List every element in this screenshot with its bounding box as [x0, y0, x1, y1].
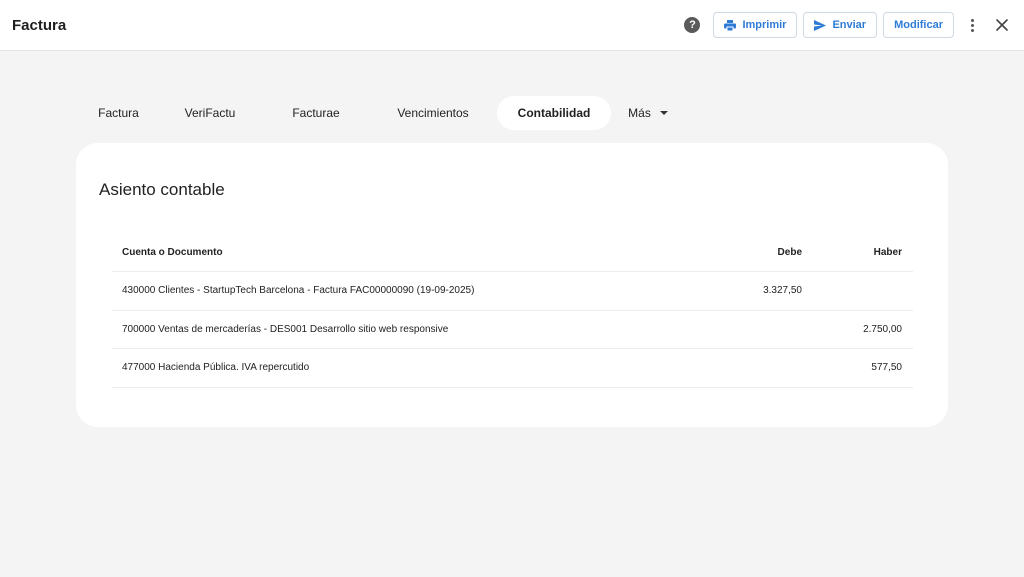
- cell-haber: 577,50: [871, 362, 902, 374]
- tab-vencimientos[interactable]: Vencimientos: [369, 96, 497, 130]
- tab-contabilidad[interactable]: Contabilidad: [497, 96, 611, 130]
- print-button-label: Imprimir: [742, 19, 787, 31]
- column-header-debe: Debe: [777, 246, 802, 258]
- cell-doc: 700000 Ventas de mercaderías - DES001 De…: [122, 323, 449, 335]
- tab-facturae[interactable]: Facturae: [263, 96, 369, 130]
- cell-haber: 2.750,00: [863, 323, 902, 335]
- accounting-entry-card: Asiento contable Cuenta o Documento Debe…: [76, 143, 948, 427]
- tab-more[interactable]: Más: [611, 96, 685, 130]
- close-icon[interactable]: [992, 15, 1012, 35]
- column-header-haber: Haber: [873, 246, 902, 258]
- cell-doc: 430000 Clientes - StartupTech Barcelona …: [122, 285, 475, 297]
- edit-button-label: Modificar: [894, 19, 943, 31]
- edit-button[interactable]: Modificar: [883, 12, 954, 38]
- send-icon: [814, 19, 827, 31]
- help-icon[interactable]: ?: [684, 17, 701, 33]
- tab-label: Vencimientos: [397, 106, 469, 120]
- card-title: Asiento contable: [99, 180, 225, 199]
- app-header: Factura ? Imprimir Enviar Modificar: [0, 0, 1024, 51]
- caret-down-icon: [659, 111, 668, 115]
- page-title: Factura: [12, 16, 67, 34]
- table-row: 430000 Clientes - StartupTech Barcelona …: [112, 272, 913, 311]
- tab-label: Más: [628, 106, 651, 120]
- cell-debe: 3.327,50: [763, 285, 802, 297]
- cell-doc: 477000 Hacienda Pública. IVA repercutido: [122, 362, 310, 374]
- tab-label: Facturae: [292, 106, 340, 120]
- send-button[interactable]: Enviar: [803, 12, 878, 38]
- more-vertical-icon[interactable]: [962, 12, 982, 38]
- print-button[interactable]: Imprimir: [713, 12, 798, 38]
- column-header-doc: Cuenta o Documento: [122, 246, 223, 258]
- tab-label: Factura: [98, 106, 139, 120]
- table-row: 477000 Hacienda Pública. IVA repercutido…: [112, 349, 913, 388]
- tab-label: Contabilidad: [517, 106, 591, 120]
- tab-bar: Factura VeriFactu Facturae Vencimientos …: [80, 96, 685, 130]
- tab-factura[interactable]: Factura: [80, 96, 157, 130]
- printer-icon: [724, 19, 737, 31]
- table-row: 700000 Ventas de mercaderías - DES001 De…: [112, 311, 913, 349]
- tab-verifactu[interactable]: VeriFactu: [157, 96, 263, 130]
- send-button-label: Enviar: [832, 19, 867, 31]
- table-header: Cuenta o Documento Debe Haber: [112, 233, 913, 272]
- tab-label: VeriFactu: [184, 106, 236, 120]
- header-actions: ? Imprimir Enviar Modificar: [684, 12, 1012, 38]
- accounting-table: Cuenta o Documento Debe Haber 430000 Cli…: [112, 233, 913, 388]
